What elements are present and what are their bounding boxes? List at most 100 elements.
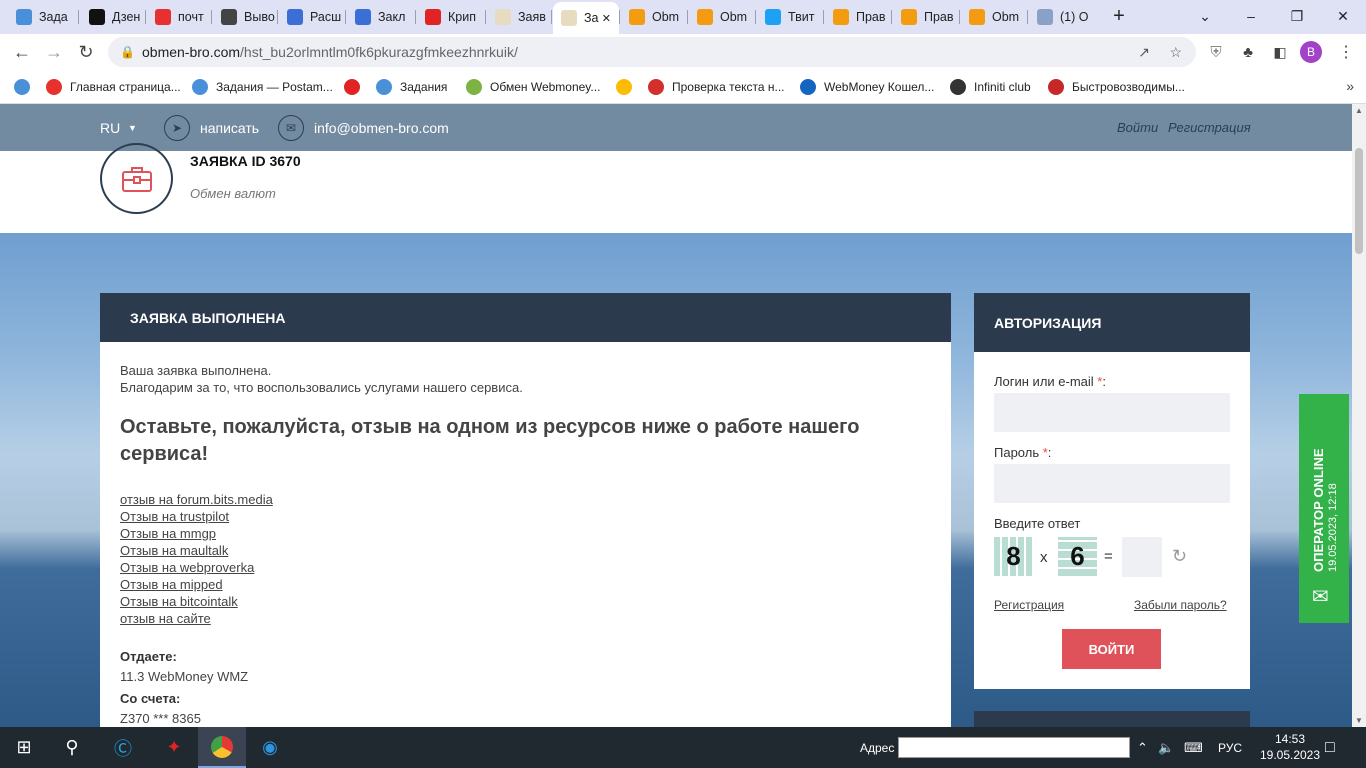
review-link[interactable]: Отзыв на maultalk [120,542,931,559]
operator-title: ОПЕРАТОР ONLINE [1311,448,1326,572]
address-label: Адрес [860,740,895,755]
register-link[interactable]: Регистрация [1168,104,1251,151]
bookmark-item[interactable] [14,78,38,96]
browser-tab[interactable]: Заяв [487,4,551,30]
app-c-icon[interactable]: Ⓒ [99,727,147,768]
bookmark-item[interactable]: Быстровозводимы... [1048,78,1185,96]
keyboard-icon[interactable]: ⌨ [1184,727,1203,768]
browser-tab[interactable]: Крип [417,4,485,30]
tab-favicon-icon [561,10,577,26]
address-bar[interactable]: 🔒 obmen-bro.com/hst_bu2orlmntlm0fk6pkura… [108,37,1196,67]
browser-tab[interactable]: Прав [893,4,959,30]
forward-icon[interactable]: → [42,40,66,64]
menu-icon[interactable]: ⋮ [1334,40,1358,64]
restore-icon[interactable]: ❐ [1274,0,1320,32]
login-button[interactable]: ВОЙТИ [1062,629,1161,669]
login-input[interactable] [994,393,1230,432]
bookmark-item[interactable]: Главная страница... [46,78,181,96]
page-scrollbar[interactable]: ▲ ▼ [1352,104,1366,727]
scroll-up-icon[interactable]: ▲ [1355,106,1363,115]
browser-tab[interactable]: (1) O [1029,4,1099,30]
close-tab-icon[interactable]: ✕ [602,12,611,25]
bookmark-star-icon[interactable]: ☆ [1169,44,1182,61]
browser-tab[interactable]: Расш [279,4,345,30]
back-icon[interactable]: ← [10,40,34,64]
browser-tab[interactable]: почт [147,4,211,30]
share-icon[interactable]: ↗ [1138,44,1150,61]
tab-separator [823,10,824,24]
bookmark-item[interactable]: Задания — Postam... [192,78,333,96]
more-bookmarks-icon[interactable]: » [1346,78,1354,94]
bookmark-label: Обмен Webmoney... [490,80,601,94]
login-label: Логин или e-mail *: [994,374,1106,389]
bookmark-item[interactable]: Проверка текста н... [648,78,785,96]
refresh-captcha-icon[interactable]: ↻ [1172,546,1187,567]
reload-icon[interactable]: ↻ [74,40,98,64]
password-input[interactable] [994,464,1230,503]
auth-register-link[interactable]: Регистрация [994,598,1064,612]
review-link[interactable]: отзыв на сайте [120,610,931,627]
start-icon[interactable]: ⊞ [0,727,48,768]
profile-avatar[interactable]: B [1300,41,1322,63]
bookmark-item[interactable]: WebMoney Кошел... [800,78,934,96]
volume-icon[interactable]: 🔈 [1158,727,1174,768]
bookmark-item[interactable] [616,78,640,96]
tab-separator [959,10,960,24]
chrome-icon[interactable] [198,727,246,768]
browser-tab[interactable]: Закл [347,4,415,30]
browser-tab[interactable]: Obm [621,4,687,30]
bookmark-item[interactable]: Задания [376,78,447,96]
bookmark-item[interactable]: Обмен Webmoney... [466,78,600,96]
captcha-answer-input[interactable] [1122,537,1162,577]
email-link[interactable]: ✉ info@obmen-bro.com [278,104,449,151]
browser-toolbar: ← → ↻ 🔒 obmen-bro.com/hst_bu2orlmntlm0fk… [0,34,1366,70]
new-tab-icon[interactable]: + [1096,0,1142,32]
app-red-icon[interactable]: ✦ [150,727,198,768]
captcha-operator: x [1040,549,1048,566]
bookmark-favicon-icon [466,79,482,95]
tab-favicon-icon [629,9,645,25]
browser-tab[interactable]: За ✕ [553,2,619,34]
close-window-icon[interactable]: ✕ [1320,0,1366,32]
search-icon[interactable]: ⚲ [48,727,96,768]
review-link[interactable]: Отзыв на trustpilot [120,508,931,525]
login-link[interactable]: Войти [1117,104,1158,151]
operator-online-widget[interactable]: ОПЕРАТОР ONLINE 19.05.2023, 12:18 ✉ [1299,394,1349,623]
scroll-down-icon[interactable]: ▼ [1355,716,1363,725]
input-language[interactable]: РУС [1218,727,1242,768]
give-label: Отдаете: [120,649,177,664]
bookmark-item[interactable]: Infiniti club [950,78,1031,96]
clock-time: 14:53 [1274,732,1306,746]
review-link[interactable]: Отзыв на bitcointalk [120,593,931,610]
notifications-icon[interactable]: □ [1325,727,1335,768]
browser-tab[interactable]: Дзен [81,4,145,30]
edge-icon[interactable]: ◉ [246,727,294,768]
bookmark-favicon-icon [376,79,392,95]
write-link[interactable]: ➤ написать [164,104,259,151]
browser-tab[interactable]: Зада [8,4,78,30]
review-link[interactable]: Отзыв на webproverka [120,559,931,576]
clock[interactable]: 14:53 19.05.2023 [1260,731,1320,763]
tray-chevron-icon[interactable]: ⌃ [1137,727,1148,768]
review-link[interactable]: отзыв на forum.bits.media [120,491,931,508]
scroll-thumb[interactable] [1355,148,1363,254]
shield-icon[interactable]: ⛨ [1204,40,1228,64]
language-label: RU [100,119,121,136]
browser-tab[interactable]: Obm [689,4,755,30]
forgot-password-link[interactable]: Забыли пароль? [1134,598,1227,612]
tab-label: Obm [992,10,1020,24]
minimize-icon[interactable]: – [1228,0,1274,32]
bookmark-item[interactable] [344,78,368,96]
order-title: ЗАЯВКА ID 3670 [190,153,301,169]
extensions-icon[interactable]: ♣ [1236,40,1260,64]
browser-tab[interactable]: Прав [825,4,891,30]
browser-tab[interactable]: Выво [213,4,277,30]
browser-tab[interactable]: Твит [757,4,823,30]
address-toolbar-input[interactable] [898,737,1130,758]
bookmarks-bar: » Главная страница... Задания — Postam...… [0,70,1366,104]
tab-search-icon[interactable]: ⌄ [1182,0,1228,32]
browser-tab[interactable]: Obm [961,4,1027,30]
review-link[interactable]: Отзыв на mipped [120,576,931,593]
review-link[interactable]: Отзыв на mmgp [120,525,931,542]
sidepanel-icon[interactable]: ◧ [1268,40,1292,64]
